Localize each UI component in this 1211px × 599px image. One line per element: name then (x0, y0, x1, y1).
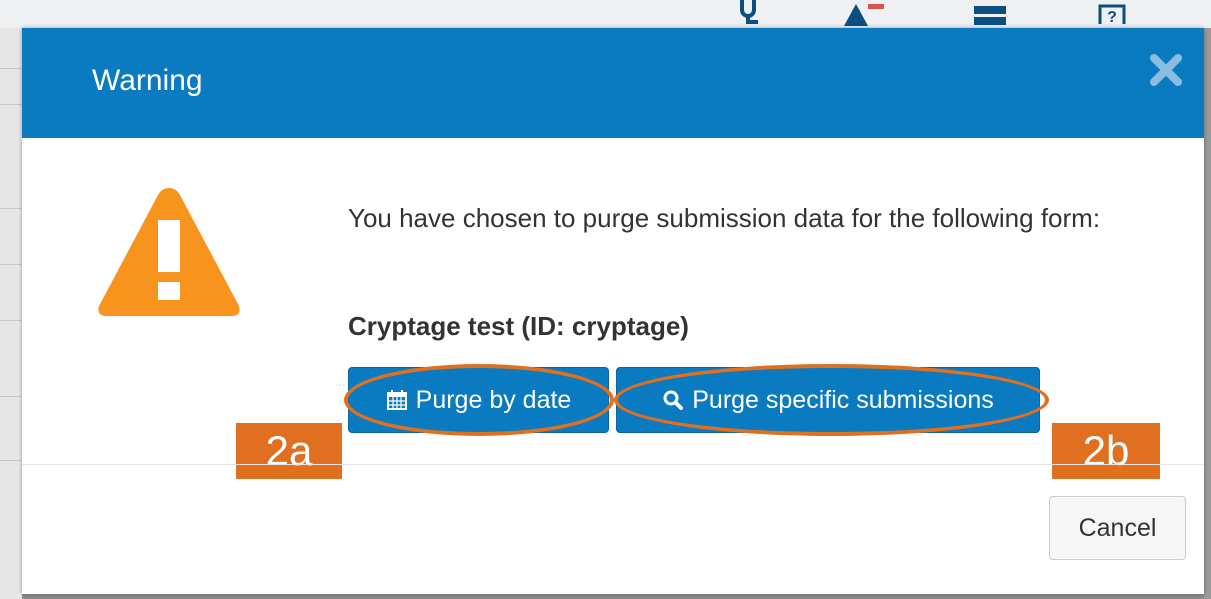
warning-triangle-icon (98, 188, 240, 316)
purge-by-date-label: Purge by date (415, 385, 572, 414)
calendar-icon (386, 390, 407, 410)
search-icon (663, 390, 684, 410)
alert-icon[interactable] (838, 0, 888, 26)
purge-specific-submissions-button[interactable]: Purge specific submissions (616, 367, 1040, 433)
stethoscope-icon[interactable] (736, 0, 768, 26)
close-icon[interactable] (1146, 50, 1186, 90)
cancel-button[interactable]: Cancel (1049, 496, 1186, 560)
background-page-edge (0, 28, 22, 599)
svg-text:?: ? (1107, 9, 1117, 26)
dialog-body: You have chosen to purge submission data… (22, 138, 1204, 479)
server-icon[interactable] (970, 0, 1010, 26)
annotation-tag-2a: 2a (236, 423, 342, 479)
purge-by-date-button[interactable]: Purge by date (348, 367, 609, 433)
dialog-header: Warning (22, 28, 1204, 138)
background-overlay-edge (1204, 28, 1211, 599)
annotation-tag-2b: 2b (1052, 423, 1160, 479)
footer-divider (22, 464, 1204, 465)
warning-dialog: Warning You have chosen to purge submiss… (22, 28, 1204, 594)
form-name: Cryptage test (ID: cryptage) (348, 311, 689, 341)
purge-specific-label: Purge specific submissions (692, 385, 994, 414)
dialog-title: Warning (92, 64, 203, 97)
dialog-message: You have chosen to purge submission data… (348, 203, 1101, 233)
help-icon[interactable]: ? (1094, 0, 1130, 26)
background-toolbar: ? (0, 0, 1211, 28)
